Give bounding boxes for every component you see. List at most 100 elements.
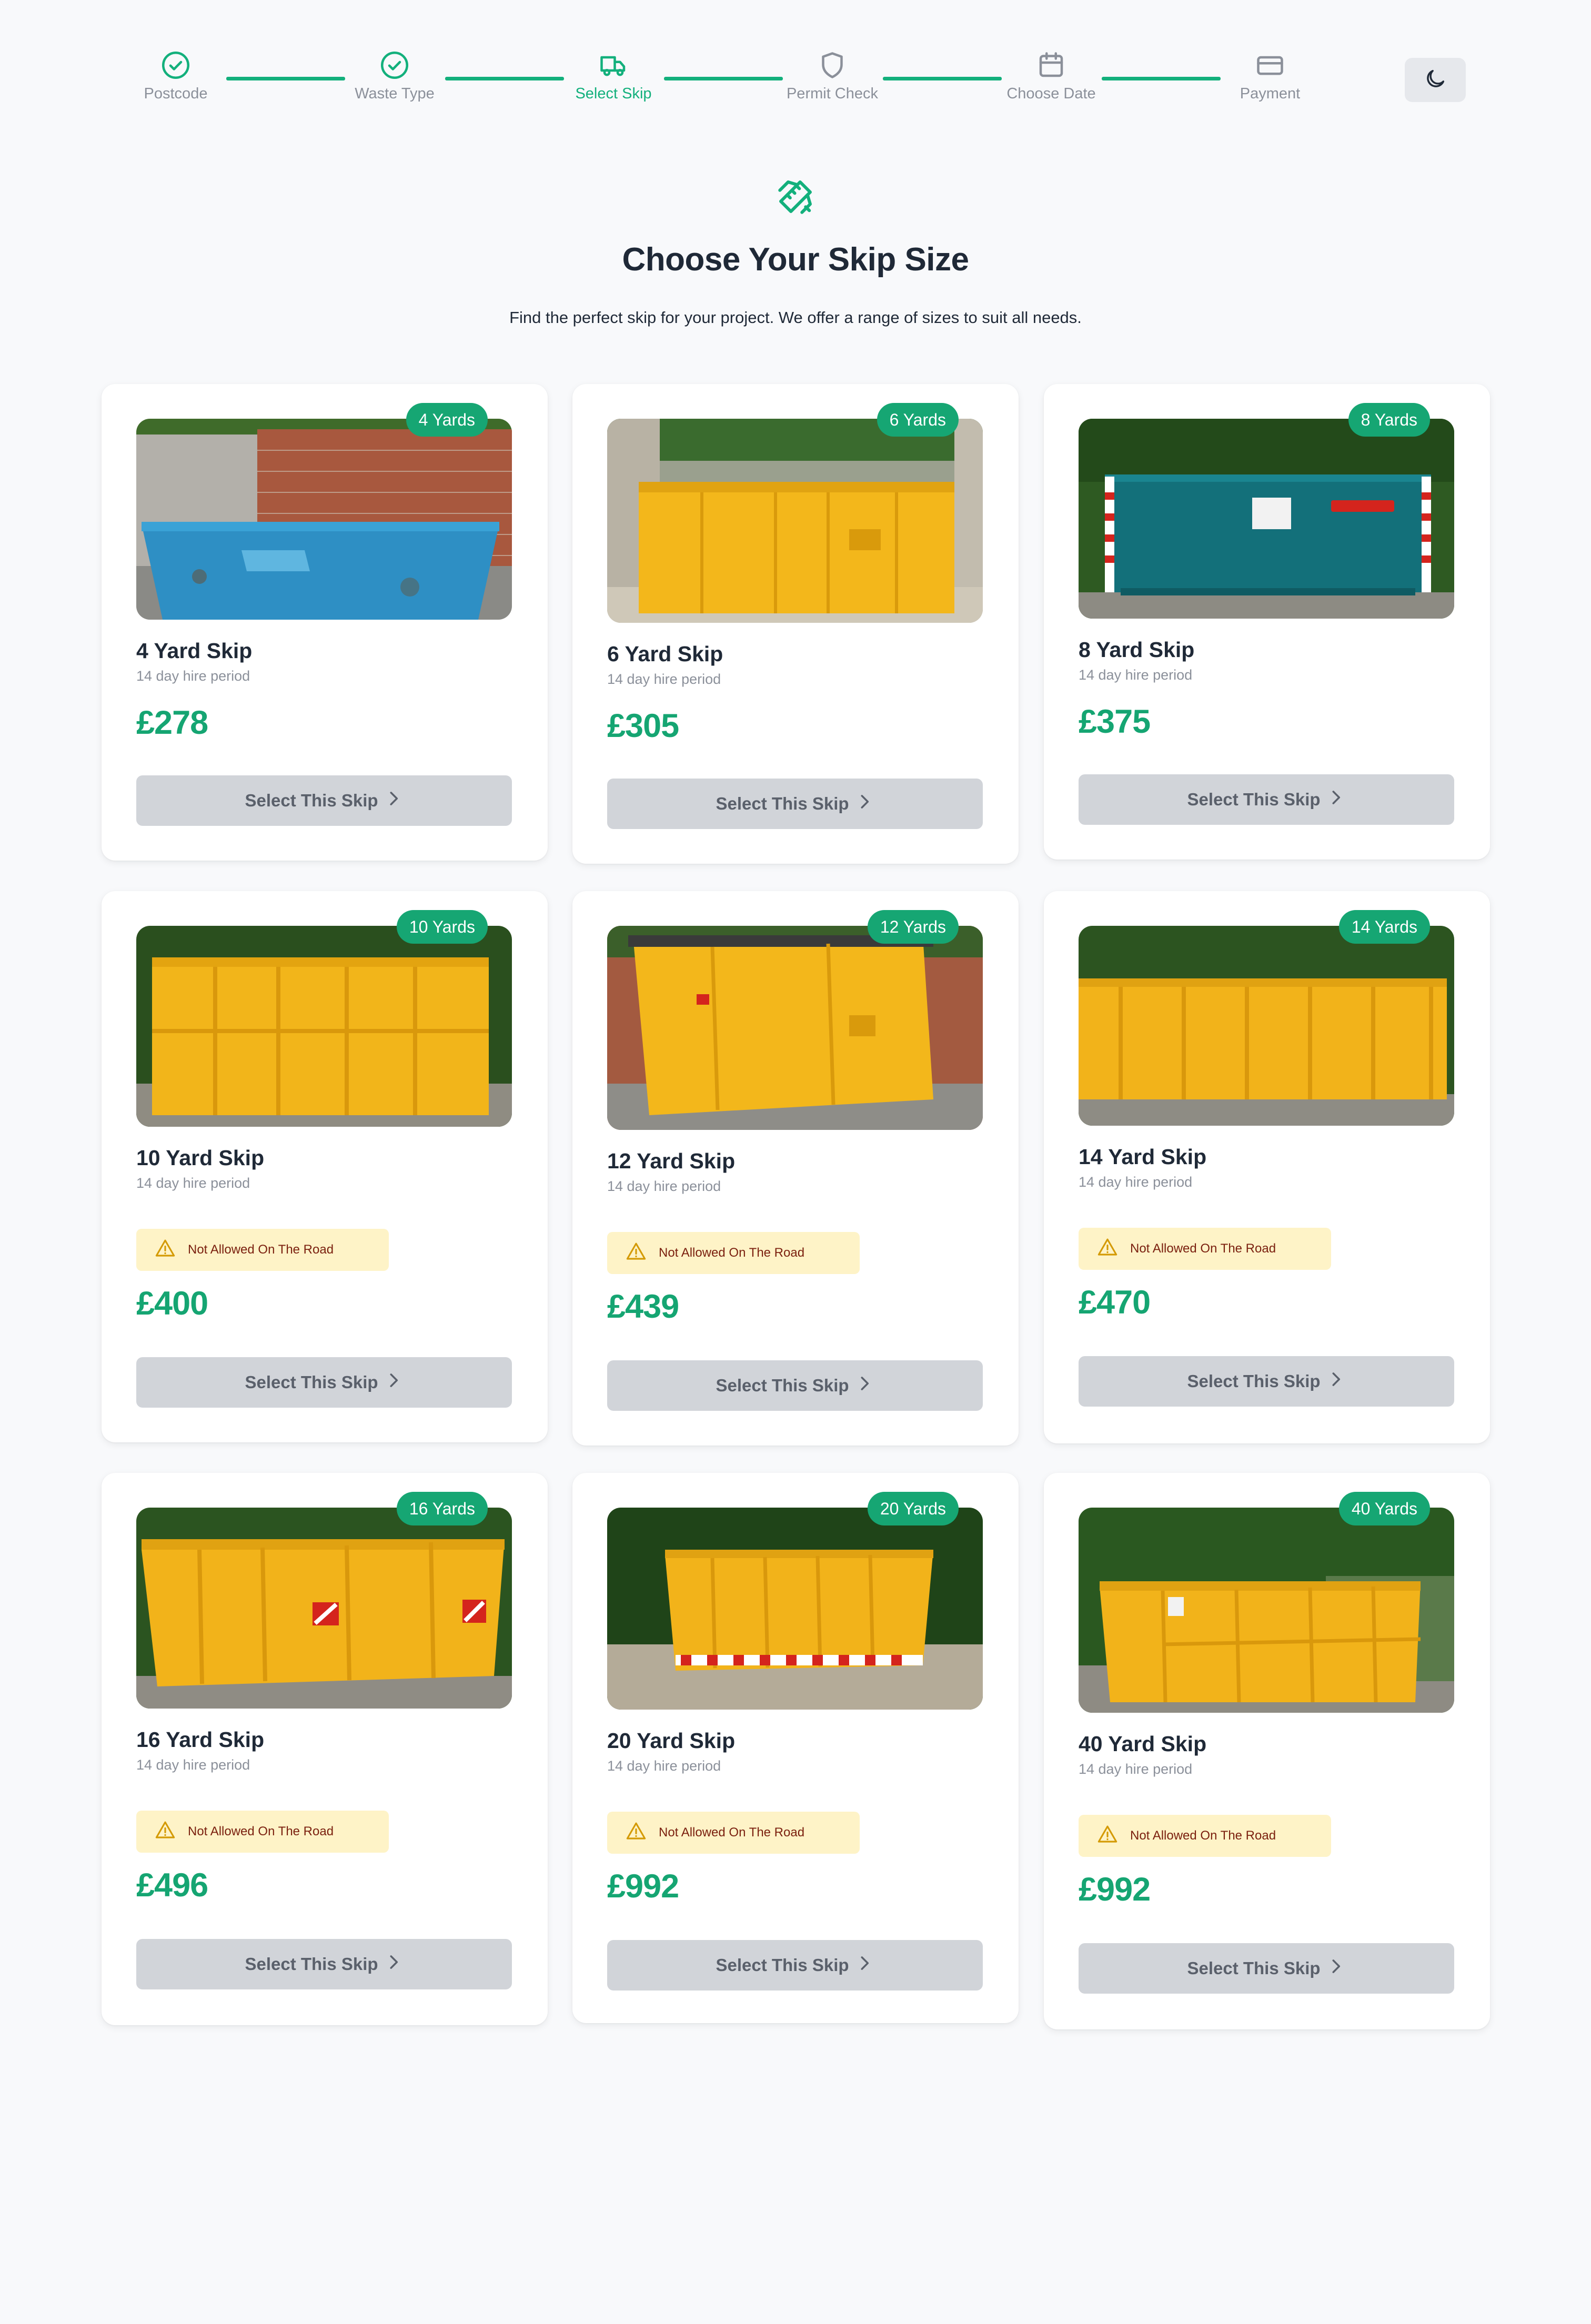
- hire-period: 14 day hire period: [136, 668, 250, 684]
- select-skip-button[interactable]: Select This Skip: [1079, 774, 1454, 825]
- skip-selection-page: Postcode Waste Type Select Skip Permit C…: [0, 0, 1591, 2324]
- chevron-right-icon: [378, 789, 404, 813]
- size-badge: 6 Yards: [877, 403, 959, 437]
- chevron-right-icon: [849, 1953, 874, 1977]
- button-label: Select This Skip: [716, 1376, 849, 1395]
- button-label: Select This Skip: [716, 794, 849, 813]
- chevron-right-icon: [849, 792, 874, 816]
- skip-card[interactable]: 10 Yards 10 Yard Skip 14 day hire period…: [102, 891, 548, 1442]
- skip-price: £400: [136, 1285, 208, 1322]
- skip-card[interactable]: 8 Yards 8 Yard Skip 14 day hire period £…: [1044, 384, 1490, 860]
- button-label: Select This Skip: [716, 1955, 849, 1975]
- credit-card-icon: [1253, 48, 1287, 82]
- page-title: Choose Your Skip Size: [622, 241, 969, 278]
- button-label: Select This Skip: [1187, 790, 1321, 809]
- page-subtitle: Find the perfect skip for your project. …: [509, 308, 1082, 327]
- skip-name: 8 Yard Skip: [1079, 638, 1195, 662]
- skip-card[interactable]: 14 Yards 14 Yard Skip 14 day hire period…: [1044, 891, 1490, 1443]
- pencil-ruler-icon: [773, 175, 818, 219]
- skip-image: [136, 926, 512, 1127]
- skip-card[interactable]: 16 Yards 16 Yard Skip 14 day hire period…: [102, 1473, 548, 2025]
- check-circle-icon: [159, 48, 193, 82]
- hire-period: 14 day hire period: [1079, 1761, 1193, 1777]
- button-label: Select This Skip: [1187, 1371, 1321, 1391]
- hire-period: 14 day hire period: [1079, 1174, 1193, 1190]
- step-select-skip[interactable]: Select Skip: [535, 48, 692, 103]
- skip-image: [1079, 1508, 1454, 1713]
- skip-card[interactable]: 40 Yards 40 Yard Skip 14 day hire period…: [1044, 1473, 1490, 2029]
- step-payment[interactable]: Payment: [1191, 48, 1349, 103]
- moon-icon: [1423, 67, 1447, 94]
- skip-card[interactable]: 4 Yards 4 Yard Skip 14 day hire period £…: [102, 384, 548, 861]
- skip-price: £375: [1079, 703, 1151, 740]
- truck-icon: [597, 48, 630, 82]
- skip-price: £439: [607, 1288, 679, 1325]
- warning-text: Not Allowed On The Road: [659, 1825, 805, 1840]
- check-circle-icon: [378, 48, 411, 82]
- warning-triangle-icon: [625, 1820, 659, 1846]
- calendar-icon: [1034, 48, 1068, 82]
- skip-price: £992: [1079, 1871, 1151, 1908]
- skip-name: 6 Yard Skip: [607, 642, 723, 666]
- skip-card[interactable]: 6 Yards 6 Yard Skip 14 day hire period £…: [572, 384, 1019, 864]
- skip-name: 16 Yard Skip: [136, 1727, 265, 1752]
- warning-triangle-icon: [1096, 1823, 1130, 1849]
- warning-triangle-icon: [625, 1240, 659, 1266]
- button-label: Select This Skip: [245, 791, 378, 810]
- road-warning-badge: Not Allowed On The Road: [136, 1811, 389, 1853]
- step-label: Choose Date: [1006, 85, 1096, 102]
- skip-name: 4 Yard Skip: [136, 639, 253, 663]
- skip-name: 40 Yard Skip: [1079, 1732, 1207, 1756]
- skip-name: 12 Yard Skip: [607, 1149, 736, 1173]
- chevron-right-icon: [378, 1370, 404, 1395]
- step-label: Waste Type: [355, 85, 435, 102]
- select-skip-button[interactable]: Select This Skip: [136, 1939, 512, 1989]
- chevron-right-icon: [1321, 1956, 1346, 1981]
- skip-name: 20 Yard Skip: [607, 1729, 736, 1753]
- select-skip-button[interactable]: Select This Skip: [136, 1357, 512, 1408]
- step-waste-type[interactable]: Waste Type: [316, 48, 474, 103]
- skip-image: [607, 419, 983, 623]
- warning-text: Not Allowed On The Road: [1130, 1241, 1276, 1256]
- skip-price: £305: [607, 708, 679, 744]
- select-skip-button[interactable]: Select This Skip: [1079, 1943, 1454, 1994]
- skip-card[interactable]: 12 Yards 12 Yard Skip 14 day hire period…: [572, 891, 1019, 1446]
- skip-price: £992: [607, 1868, 679, 1905]
- chevron-right-icon: [1321, 1369, 1346, 1393]
- warning-triangle-icon: [154, 1819, 188, 1845]
- theme-toggle-button[interactable]: [1405, 58, 1466, 102]
- step-label: Postcode: [144, 85, 208, 102]
- road-warning-badge: Not Allowed On The Road: [607, 1812, 860, 1854]
- size-badge: 20 Yards: [867, 1492, 959, 1525]
- hire-period: 14 day hire period: [1079, 667, 1193, 683]
- road-warning-badge: Not Allowed On The Road: [1079, 1228, 1331, 1270]
- skip-price: £496: [136, 1867, 208, 1904]
- chevron-right-icon: [378, 1952, 404, 1976]
- warning-text: Not Allowed On The Road: [188, 1824, 334, 1838]
- road-warning-badge: Not Allowed On The Road: [1079, 1815, 1331, 1857]
- step-postcode[interactable]: Postcode: [97, 48, 255, 103]
- skip-price: £278: [136, 704, 208, 741]
- button-label: Select This Skip: [1187, 1958, 1321, 1978]
- select-skip-button[interactable]: Select This Skip: [607, 1940, 983, 1990]
- step-label: Select Skip: [575, 85, 652, 102]
- step-choose-date[interactable]: Choose Date: [972, 48, 1130, 103]
- select-skip-button[interactable]: Select This Skip: [607, 779, 983, 829]
- size-badge: 14 Yards: [1338, 910, 1430, 944]
- select-skip-button[interactable]: Select This Skip: [1079, 1356, 1454, 1407]
- hire-period: 14 day hire period: [607, 1178, 721, 1194]
- skip-name: 10 Yard Skip: [136, 1146, 265, 1170]
- step-label: Payment: [1240, 85, 1301, 102]
- skip-card[interactable]: 20 Yards 20 Yard Skip 14 day hire period…: [572, 1473, 1019, 2023]
- size-badge: 12 Yards: [867, 910, 959, 944]
- hire-period: 14 day hire period: [136, 1757, 250, 1773]
- select-skip-button[interactable]: Select This Skip: [136, 775, 512, 826]
- hire-period: 14 day hire period: [607, 1758, 721, 1774]
- select-skip-button[interactable]: Select This Skip: [607, 1360, 983, 1411]
- warning-triangle-icon: [154, 1237, 188, 1263]
- step-permit-check[interactable]: Permit Check: [753, 48, 911, 103]
- skip-image: [136, 419, 512, 620]
- skip-image: [607, 1508, 983, 1710]
- warning-text: Not Allowed On The Road: [1130, 1828, 1276, 1843]
- step-label: Permit Check: [786, 85, 879, 102]
